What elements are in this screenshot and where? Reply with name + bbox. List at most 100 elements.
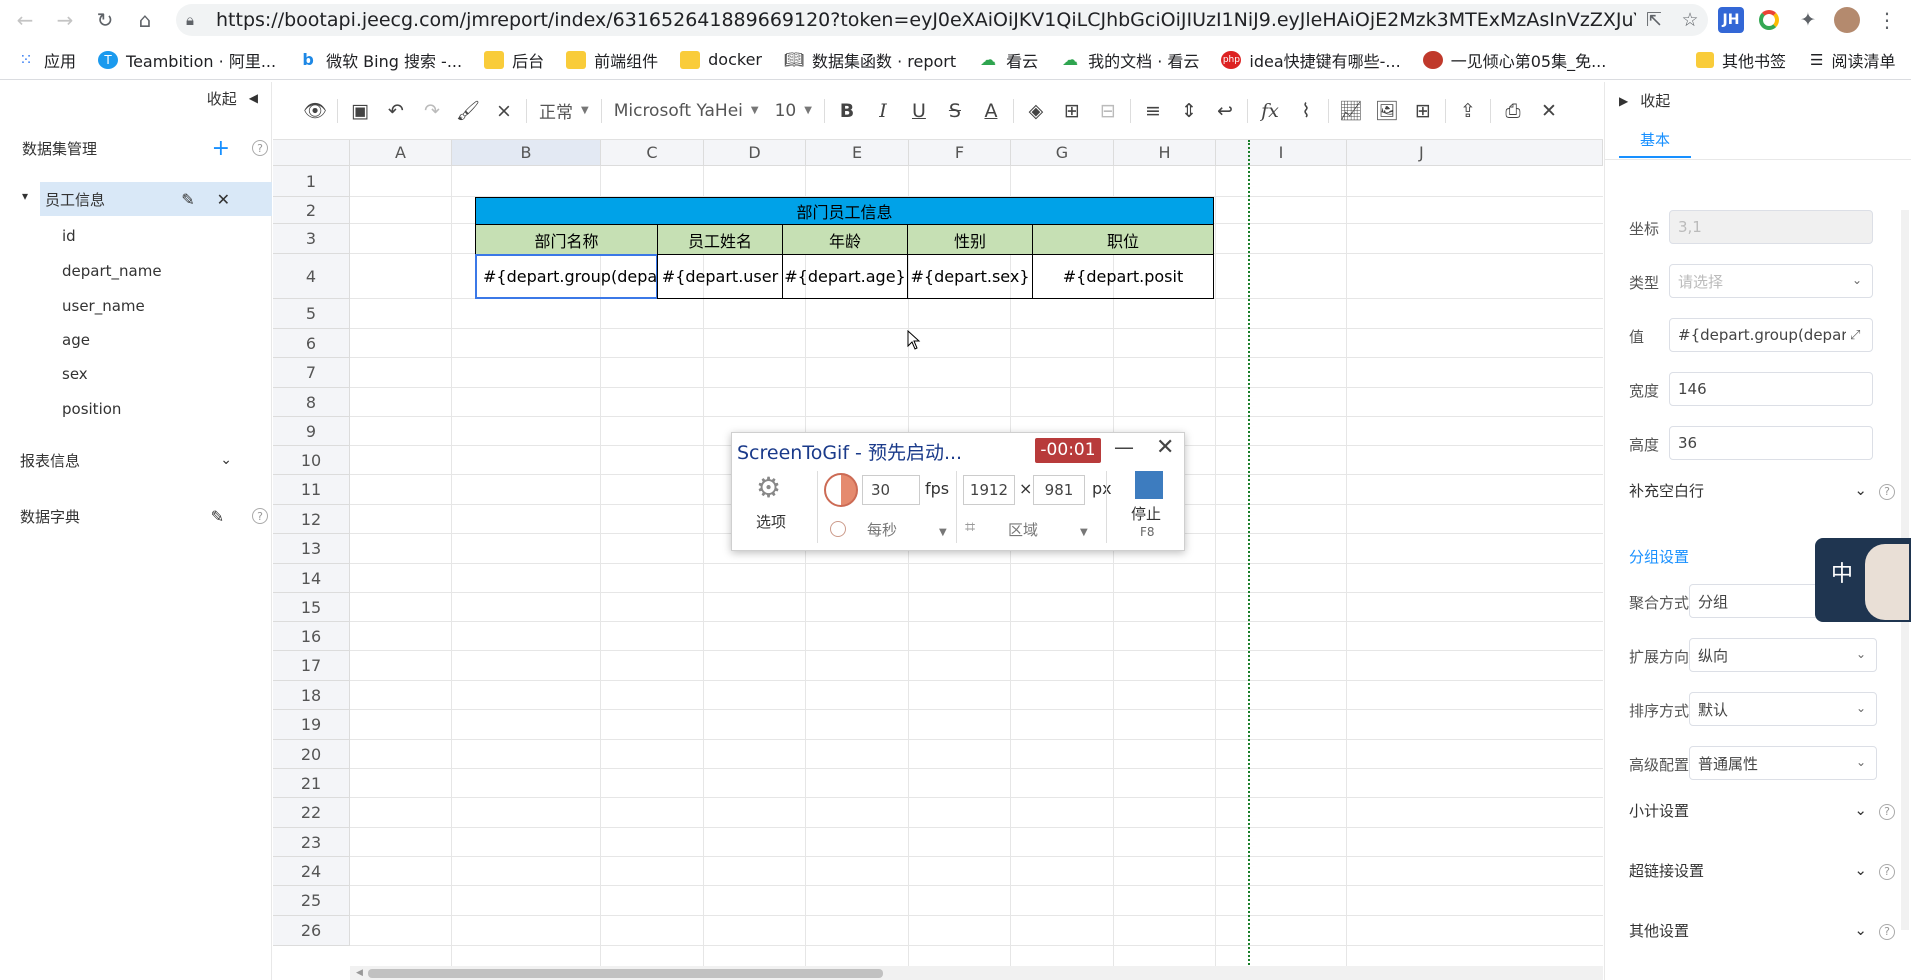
- field-item[interactable]: depart_name: [0, 255, 272, 287]
- spreadsheet-grid[interactable]: A B C D E F G H I J 1 2 3 4 5 6 7 8 9 10 11 12 13 14 1…: [273, 140, 1603, 980]
- bookmark-teambition[interactable]: T Teambition · 阿里...: [98, 48, 276, 72]
- star-icon[interactable]: ☆: [1672, 9, 1708, 31]
- save-icon[interactable]: ▣: [342, 93, 378, 129]
- row-header[interactable]: 17: [273, 651, 350, 681]
- column-header[interactable]: A: [350, 140, 452, 166]
- back-icon[interactable]: ←: [8, 3, 42, 37]
- font-color-icon[interactable]: A: [973, 93, 1009, 129]
- preview-eye-icon[interactable]: 👁︎: [297, 93, 333, 129]
- value-cell[interactable]: #{depart.posit: [1032, 254, 1214, 299]
- row-header[interactable]: 11: [273, 475, 350, 505]
- help-icon[interactable]: ?: [1879, 923, 1895, 940]
- stop-button[interactable]: 停止 F8: [1120, 471, 1180, 545]
- column-header[interactable]: J: [1347, 140, 1603, 166]
- row-header[interactable]: 14: [273, 564, 350, 593]
- data-dictionary-section[interactable]: 数据字典 ✎ ?: [0, 500, 272, 532]
- field-item[interactable]: id: [0, 220, 272, 252]
- row-header[interactable]: 1: [273, 166, 350, 197]
- subtotal-settings[interactable]: 小计设置 ⌄?: [1629, 800, 1895, 821]
- row-header[interactable]: 5: [273, 299, 350, 329]
- bookmark-idea[interactable]: php idea快捷键有哪些-...: [1221, 48, 1401, 72]
- bookmark-frontend[interactable]: 前端组件: [566, 48, 658, 72]
- column-header[interactable]: H: [1114, 140, 1216, 166]
- height-input[interactable]: 981: [1033, 475, 1085, 505]
- column-header[interactable]: B: [452, 140, 601, 166]
- chrome-extension-icon[interactable]: [1756, 7, 1782, 33]
- row-header[interactable]: 24: [273, 857, 350, 886]
- extensions-puzzle-icon[interactable]: ✦: [1795, 7, 1821, 33]
- header-cell[interactable]: 年龄: [782, 224, 908, 255]
- bookmark-apps[interactable]: ⁙ 应用: [16, 48, 76, 72]
- column-header[interactable]: E: [806, 140, 909, 166]
- scrollbar-thumb[interactable]: [368, 969, 883, 978]
- per-second-select[interactable]: 每秒 ▼: [867, 519, 947, 540]
- forward-icon[interactable]: →: [48, 3, 82, 37]
- menu-kebab-icon[interactable]: ⋮: [1874, 7, 1900, 33]
- row-header[interactable]: 19: [273, 710, 350, 740]
- field-item[interactable]: position: [0, 393, 272, 425]
- column-header[interactable]: C: [601, 140, 704, 166]
- bold-icon[interactable]: B: [829, 93, 865, 129]
- bookmark-bing[interactable]: b 微软 Bing 搜索 -...: [298, 48, 462, 72]
- other-bookmarks[interactable]: 其他书签: [1696, 48, 1786, 72]
- underline-icon[interactable]: U: [901, 93, 937, 129]
- row-header[interactable]: 25: [273, 886, 350, 916]
- bookmark-video[interactable]: 一见倾心第05集_免...: [1422, 48, 1606, 72]
- row-header[interactable]: 20: [273, 740, 350, 769]
- help-icon[interactable]: ?: [1879, 803, 1895, 820]
- valign-icon[interactable]: ⇕: [1171, 93, 1207, 129]
- clear-format-icon[interactable]: ⨯: [486, 93, 522, 129]
- merge-cells-icon[interactable]: ⊟: [1090, 93, 1126, 129]
- reading-list[interactable]: ☰ 阅读清单: [1810, 48, 1895, 72]
- close-icon[interactable]: ✕: [217, 190, 230, 209]
- width-field[interactable]: 146: [1669, 372, 1873, 406]
- help-icon[interactable]: ?: [1879, 483, 1895, 500]
- report-title-cell[interactable]: 部门员工信息: [475, 197, 1214, 225]
- field-item[interactable]: age: [0, 324, 272, 356]
- style-select[interactable]: 正常 ▼: [531, 93, 597, 129]
- column-header[interactable]: I: [1216, 140, 1347, 166]
- address-bar[interactable]: 🔒︎ https://bootapi.jeecg.com/jmreport/in…: [176, 4, 1708, 36]
- field-item[interactable]: sex: [0, 358, 272, 390]
- component-icon[interactable]: ⊞: [1405, 93, 1441, 129]
- options-gear-icon[interactable]: ⚙: [756, 471, 781, 504]
- row-header[interactable]: 8: [273, 388, 350, 417]
- row-header[interactable]: 18: [273, 681, 350, 710]
- sort-select[interactable]: 默认 ⌄: [1689, 692, 1877, 726]
- value-field[interactable]: #{depart.group(depart_ ⤢: [1669, 318, 1873, 352]
- dataset-item-employee[interactable]: 员工信息 ✎ ✕: [40, 182, 272, 216]
- row-header[interactable]: 15: [273, 593, 350, 622]
- width-input[interactable]: 1912: [963, 475, 1015, 505]
- redo-icon[interactable]: ↷: [414, 93, 450, 129]
- type-select[interactable]: 请选择 ⌄: [1669, 264, 1873, 298]
- tools-icon[interactable]: ✕: [1531, 93, 1567, 129]
- print-icon[interactable]: ⎙: [1495, 93, 1531, 129]
- row-header[interactable]: 3: [273, 224, 350, 254]
- home-icon[interactable]: ⌂: [128, 3, 162, 37]
- wrap-text-icon[interactable]: ↩: [1207, 93, 1243, 129]
- column-header[interactable]: F: [909, 140, 1011, 166]
- row-header[interactable]: 9: [273, 417, 350, 446]
- upload-icon[interactable]: ⇪: [1450, 93, 1486, 129]
- row-header[interactable]: 7: [273, 358, 350, 388]
- row-header[interactable]: 13: [273, 534, 350, 564]
- adv-select[interactable]: 普通属性 ⌄: [1689, 746, 1877, 780]
- row-header[interactable]: 10: [273, 446, 350, 475]
- row-header[interactable]: 6: [273, 329, 350, 358]
- horizontal-scrollbar[interactable]: ◀: [350, 966, 1603, 980]
- bookmark-docker[interactable]: docker: [680, 50, 762, 69]
- profile-avatar[interactable]: [1834, 7, 1860, 33]
- row-header[interactable]: 23: [273, 828, 350, 857]
- tab-basic[interactable]: 基本: [1619, 122, 1691, 158]
- row-header[interactable]: 22: [273, 798, 350, 828]
- edit-icon[interactable]: ✎: [181, 190, 194, 209]
- row-header[interactable]: 12: [273, 505, 350, 534]
- value-cell[interactable]: #{depart.user: [657, 254, 783, 299]
- height-field[interactable]: 36: [1669, 426, 1873, 460]
- reload-icon[interactable]: ↻: [88, 3, 122, 37]
- image-icon[interactable]: 🖼︎: [1369, 93, 1405, 129]
- column-header[interactable]: D: [704, 140, 806, 166]
- bookmark-mydocs[interactable]: ☁︎ 我的文档 · 看云: [1060, 48, 1199, 72]
- right-collapse[interactable]: ▶ 收起: [1619, 90, 1670, 111]
- help-icon[interactable]: ?: [252, 508, 268, 524]
